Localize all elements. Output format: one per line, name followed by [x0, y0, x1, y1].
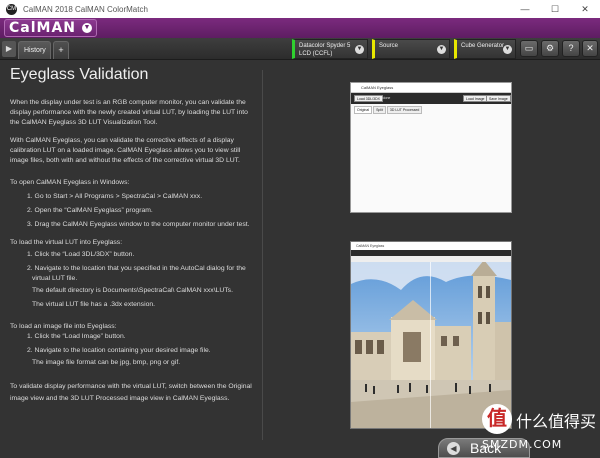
- chevron-down-icon: ▼: [437, 45, 446, 54]
- eyeglass-tab-processed: 3D LUT Processed: [386, 106, 423, 114]
- watermark: 值 什么值得买 SMZDM.COM: [482, 404, 597, 456]
- meter-dropdown-line1: Datacolor Spyder 5: [299, 43, 351, 49]
- meter-dropdown[interactable]: Datacolor Spyder 5 LCD (CCFL) ▼: [292, 39, 368, 59]
- load-image-button: Load Image: [463, 95, 488, 102]
- toolbar: ▶ History 1 + Datacolor Spyder 5 LCD (CC…: [0, 38, 600, 71]
- tab-history-1[interactable]: History 1: [18, 41, 51, 71]
- step-item: 1. Click the “Load 3DL/3DX” button.: [27, 251, 135, 258]
- content-area: Eyeglass Validation When the display und…: [0, 60, 600, 458]
- step-item: 2. Navigate to the location that you spe…: [27, 265, 246, 272]
- eyeglass-tab-split: Split: [373, 106, 386, 114]
- window-title: CalMAN 2018 CalMAN ColorMatch: [23, 4, 148, 14]
- eyeglass-split-screenshot: CalMAN Eyeglass: [350, 241, 512, 429]
- paragraph-line: calibration LUT on a loaded image. CalMA…: [10, 147, 241, 154]
- app-window: CM CalMAN 2018 CalMAN ColorMatch — ☐ ✕ C…: [0, 0, 600, 458]
- help-icon[interactable]: ?: [562, 40, 580, 57]
- paragraph-line: With CalMAN Eyeglass, you can validate t…: [10, 137, 234, 144]
- paragraph-line: image files, both with and without the e…: [10, 157, 240, 164]
- app-icon: CM: [6, 3, 17, 15]
- step-item: 2. Navigate to the location containing y…: [27, 347, 211, 354]
- step-item: 2. Open the “CalMAN Eyeglass” program.: [27, 207, 153, 214]
- eyeglass-window-title: CalMAN Eyeglass: [351, 242, 511, 250]
- load-3dl-button: Load 3DL/3DX: [354, 95, 383, 102]
- step-note: The default directory is Documents\Spect…: [32, 287, 233, 294]
- display-icon[interactable]: ▭: [520, 40, 538, 57]
- step-item: 1. Click the “Load Image” button.: [27, 333, 126, 340]
- source-dropdown-label: Source: [379, 43, 399, 49]
- watermark-text: 什么值得买: [516, 412, 597, 431]
- minimize-button[interactable]: —: [510, 0, 540, 18]
- step-note: The virtual LUT file has a .3dx extensio…: [32, 301, 156, 308]
- paragraph-line: the CalMAN Eyeglass 3D LUT Visualization…: [10, 119, 158, 126]
- watermark-domain: SMZDM.COM: [482, 438, 563, 451]
- chevron-down-icon: ▼: [355, 45, 364, 54]
- section-heading: To load an image file into Eyeglass:: [10, 323, 117, 330]
- back-arrow-icon: ◀: [447, 441, 460, 455]
- lut-name-label: None: [382, 96, 391, 100]
- paragraph-line: display performance with the newly creat…: [10, 109, 248, 116]
- add-tab-button[interactable]: +: [53, 41, 69, 59]
- paragraph-line: When the display under test is an RGB co…: [10, 99, 246, 106]
- maximize-button[interactable]: ☐: [540, 0, 570, 18]
- title-bar: CM CalMAN 2018 CalMAN ColorMatch — ☐ ✕: [0, 0, 600, 18]
- play-icon[interactable]: ▶: [2, 41, 16, 57]
- brand-bar: CalMAN ▼: [0, 18, 600, 38]
- eyeglass-window-title: CalMAN Eyeglass: [351, 83, 511, 93]
- step-item: 3. Drag the CalMAN Eyeglass window to th…: [27, 221, 250, 228]
- cube-generator-dropdown[interactable]: Cube Generator ▼: [454, 39, 516, 59]
- eyeglass-screenshot: CalMAN Eyeglass Load 3DL/3DX None Load I…: [350, 82, 512, 213]
- step-item: virtual LUT file.: [32, 275, 78, 282]
- close-window-button[interactable]: ✕: [570, 0, 600, 18]
- section-heading: To open CalMAN Eyeglass in Windows:: [10, 179, 130, 186]
- column-divider: [262, 70, 263, 440]
- save-image-button: Save Image: [486, 95, 511, 102]
- paragraph-line: To validate display performance with the…: [10, 383, 252, 390]
- section-heading: To load the virtual LUT into Eyeglass:: [10, 239, 123, 246]
- calman-menu-button[interactable]: CalMAN ▼: [4, 19, 98, 37]
- close-icon[interactable]: ✕: [582, 40, 598, 57]
- page-title: Eyeglass Validation: [10, 66, 149, 83]
- logo-text: CalMAN: [9, 20, 77, 36]
- chevron-down-icon: ▼: [82, 23, 93, 33]
- eyeglass-tab-original: Original: [354, 106, 373, 114]
- step-item: 1. Go to Start > All Programs > SpectraC…: [27, 193, 203, 200]
- chevron-down-icon: ▼: [503, 45, 512, 54]
- paragraph-line: image view and the 3D LUT Processed imag…: [10, 395, 230, 402]
- meter-dropdown-line2: LCD (CCFL): [299, 51, 333, 57]
- source-dropdown[interactable]: Source ▼: [372, 39, 450, 59]
- watermark-logo-icon: 值: [482, 404, 512, 434]
- step-note: The image file format can be jpg, bmp, p…: [32, 359, 181, 366]
- gear-icon[interactable]: ⚙: [541, 40, 559, 57]
